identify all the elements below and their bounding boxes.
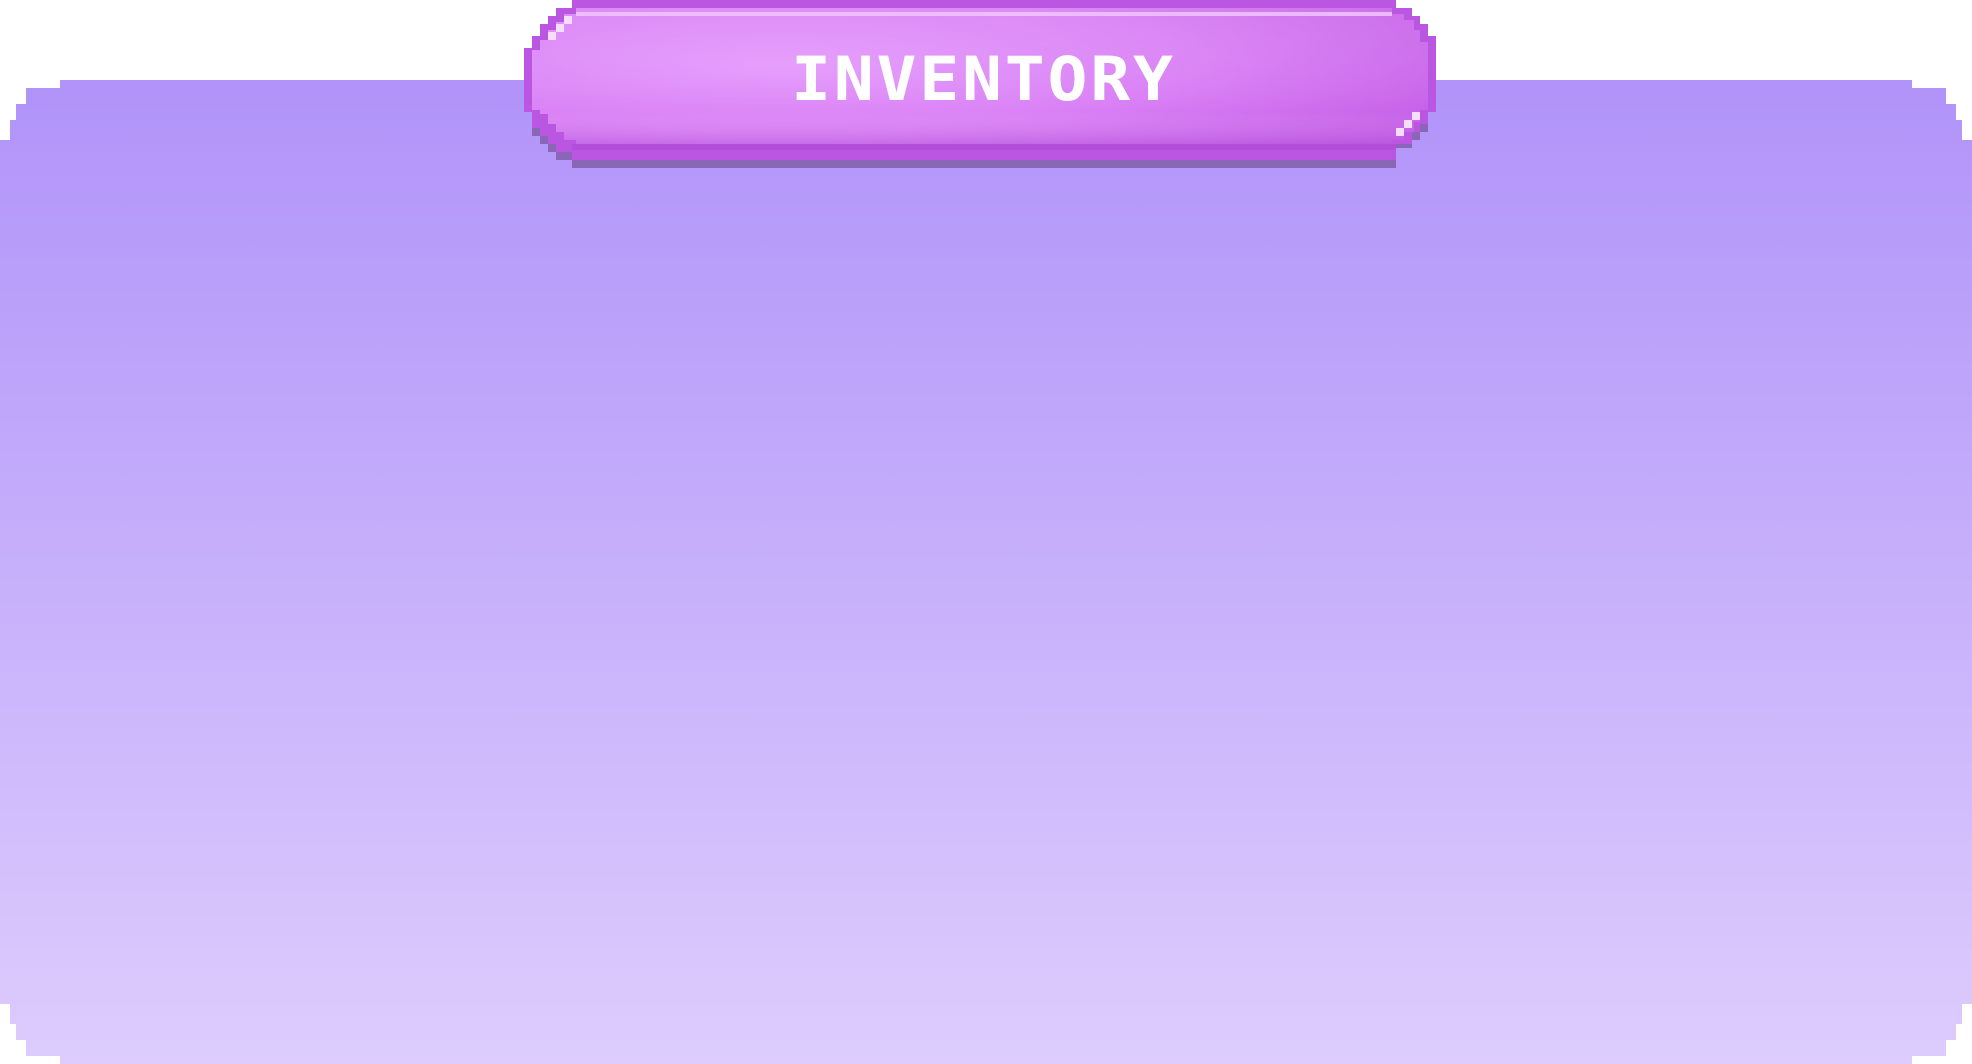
inventory-screen: INVENTORY [0, 0, 1972, 1064]
panel-body [0, 80, 1972, 1064]
title-banner-highlight [576, 12, 1392, 16]
inventory-panel [0, 0, 1972, 1064]
title-banner-shading [532, 8, 1428, 146]
title-banner-lowlight [572, 144, 1396, 150]
